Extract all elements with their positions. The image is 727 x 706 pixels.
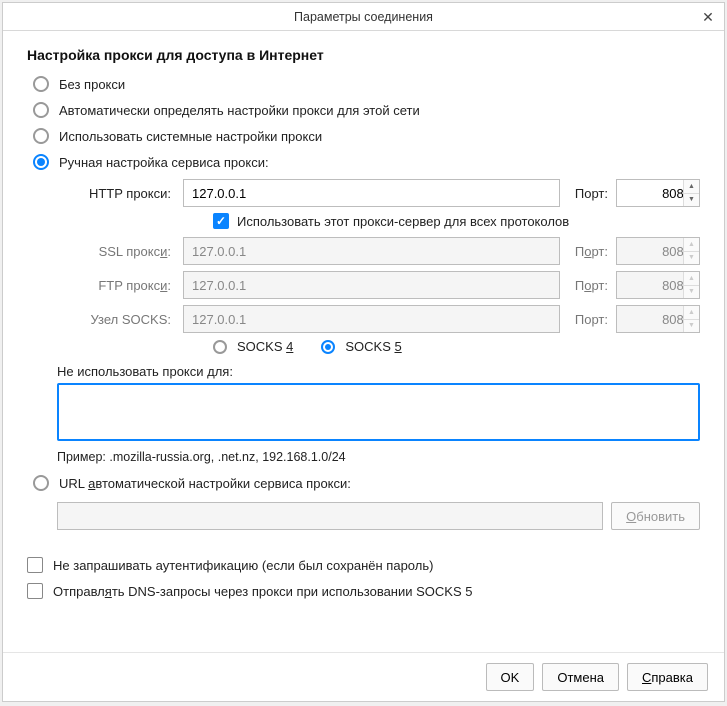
ssl-proxy-row: SSL прокси: Порт: ▲ ▼ <box>57 237 700 265</box>
ftp-port-label: Порт: <box>568 278 608 293</box>
radio-socks4[interactable] <box>213 340 227 354</box>
dns-socks5-checkbox[interactable] <box>27 583 43 599</box>
use-for-all-label: Использовать этот прокси-сервер для всех… <box>237 214 569 229</box>
refresh-button: Обновить <box>611 502 700 530</box>
radio-icon <box>33 102 49 118</box>
no-proxy-textarea[interactable] <box>57 383 700 441</box>
socks-host-input <box>183 305 560 333</box>
radio-label: Автоматически определять настройки прокс… <box>59 103 420 118</box>
radio-manual-proxy[interactable]: Ручная настройка сервиса прокси: <box>27 149 700 175</box>
socks-proxy-row: Узел SOCKS: Порт: ▲ ▼ <box>57 305 700 333</box>
spin-up-icon: ▲ <box>684 306 699 320</box>
socks5-label: SOCKS 5 <box>345 339 401 354</box>
spin-down-icon: ▼ <box>684 286 699 299</box>
radio-socks5[interactable] <box>321 340 335 354</box>
help-button[interactable]: Справка <box>627 663 708 691</box>
no-proxy-example: Пример: .mozilla-russia.org, .net.nz, 19… <box>57 450 700 464</box>
auto-config-url-input <box>57 502 603 530</box>
port-spinner: ▲ ▼ <box>683 238 699 264</box>
http-label: HTTP прокси: <box>57 186 175 201</box>
spin-up-icon: ▲ <box>684 272 699 286</box>
spin-down-icon[interactable]: ▼ <box>684 194 699 207</box>
connection-settings-dialog: Параметры соединения ✕ Настройка прокси … <box>2 2 725 702</box>
socks-version-row: SOCKS 4 SOCKS 5 <box>213 339 700 354</box>
http-proxy-row: HTTP прокси: Порт: ▲ ▼ <box>57 179 700 207</box>
dialog-title: Параметры соединения <box>294 10 433 24</box>
http-port-label: Порт: <box>568 186 608 201</box>
radio-icon <box>33 154 49 170</box>
dns-socks5-label: Отправлять DNS-запросы через прокси при … <box>53 584 472 599</box>
use-for-all-checkbox[interactable] <box>213 213 229 229</box>
dialog-footer: OK Отмена Справка <box>3 652 724 701</box>
spin-up-icon[interactable]: ▲ <box>684 180 699 194</box>
ftp-proxy-row: FTP прокси: Порт: ▲ ▼ <box>57 271 700 299</box>
radio-label: Использовать системные настройки прокси <box>59 129 322 144</box>
radio-icon <box>33 128 49 144</box>
socks4-label: SOCKS 4 <box>237 339 293 354</box>
port-spinner: ▲ ▼ <box>683 306 699 332</box>
port-spinner: ▲ ▼ <box>683 272 699 298</box>
socks-label: Узел SOCKS: <box>57 312 175 327</box>
ftp-label: FTP прокси: <box>57 278 175 293</box>
radio-auto-url[interactable]: URL автоматической настройки сервиса про… <box>27 470 700 496</box>
spin-down-icon: ▼ <box>684 252 699 265</box>
radio-label: URL автоматической настройки сервиса про… <box>59 476 351 491</box>
ssl-port-label: Порт: <box>568 244 608 259</box>
dns-over-socks5-row[interactable]: Отправлять DNS-запросы через прокси при … <box>27 578 700 604</box>
cancel-button[interactable]: Отмена <box>542 663 619 691</box>
spin-up-icon: ▲ <box>684 238 699 252</box>
auto-url-row: Обновить <box>57 502 700 530</box>
ssl-host-input <box>183 237 560 265</box>
no-auth-label: Не запрашивать аутентификацию (если был … <box>53 558 433 573</box>
ssl-label: SSL прокси: <box>57 244 175 259</box>
ftp-host-input <box>183 271 560 299</box>
close-icon[interactable]: ✕ <box>698 7 718 27</box>
radio-system-proxy[interactable]: Использовать системные настройки прокси <box>27 123 700 149</box>
radio-no-proxy[interactable]: Без прокси <box>27 71 700 97</box>
no-auth-checkbox[interactable] <box>27 557 43 573</box>
spin-down-icon: ▼ <box>684 320 699 333</box>
use-for-all-row[interactable]: Использовать этот прокси-сервер для всех… <box>213 213 700 229</box>
port-spinner[interactable]: ▲ ▼ <box>683 180 699 206</box>
no-proxy-for-label: Не использовать прокси для: <box>57 364 700 379</box>
bottom-checkboxes: Не запрашивать аутентификацию (если был … <box>27 552 700 604</box>
socks-port-label: Порт: <box>568 312 608 327</box>
radio-label: Ручная настройка сервиса прокси: <box>59 155 269 170</box>
section-heading: Настройка прокси для доступа в Интернет <box>27 47 700 63</box>
radio-label: Без прокси <box>59 77 125 92</box>
radio-icon <box>33 475 49 491</box>
titlebar: Параметры соединения ✕ <box>3 3 724 31</box>
radio-icon <box>33 76 49 92</box>
dialog-content: Настройка прокси для доступа в Интернет … <box>3 31 724 652</box>
no-auth-prompt-row[interactable]: Не запрашивать аутентификацию (если был … <box>27 552 700 578</box>
ok-button[interactable]: OK <box>486 663 535 691</box>
radio-auto-detect[interactable]: Автоматически определять настройки прокс… <box>27 97 700 123</box>
manual-proxy-grid: HTTP прокси: Порт: ▲ ▼ Использовать этот… <box>57 179 700 354</box>
http-host-input[interactable] <box>183 179 560 207</box>
